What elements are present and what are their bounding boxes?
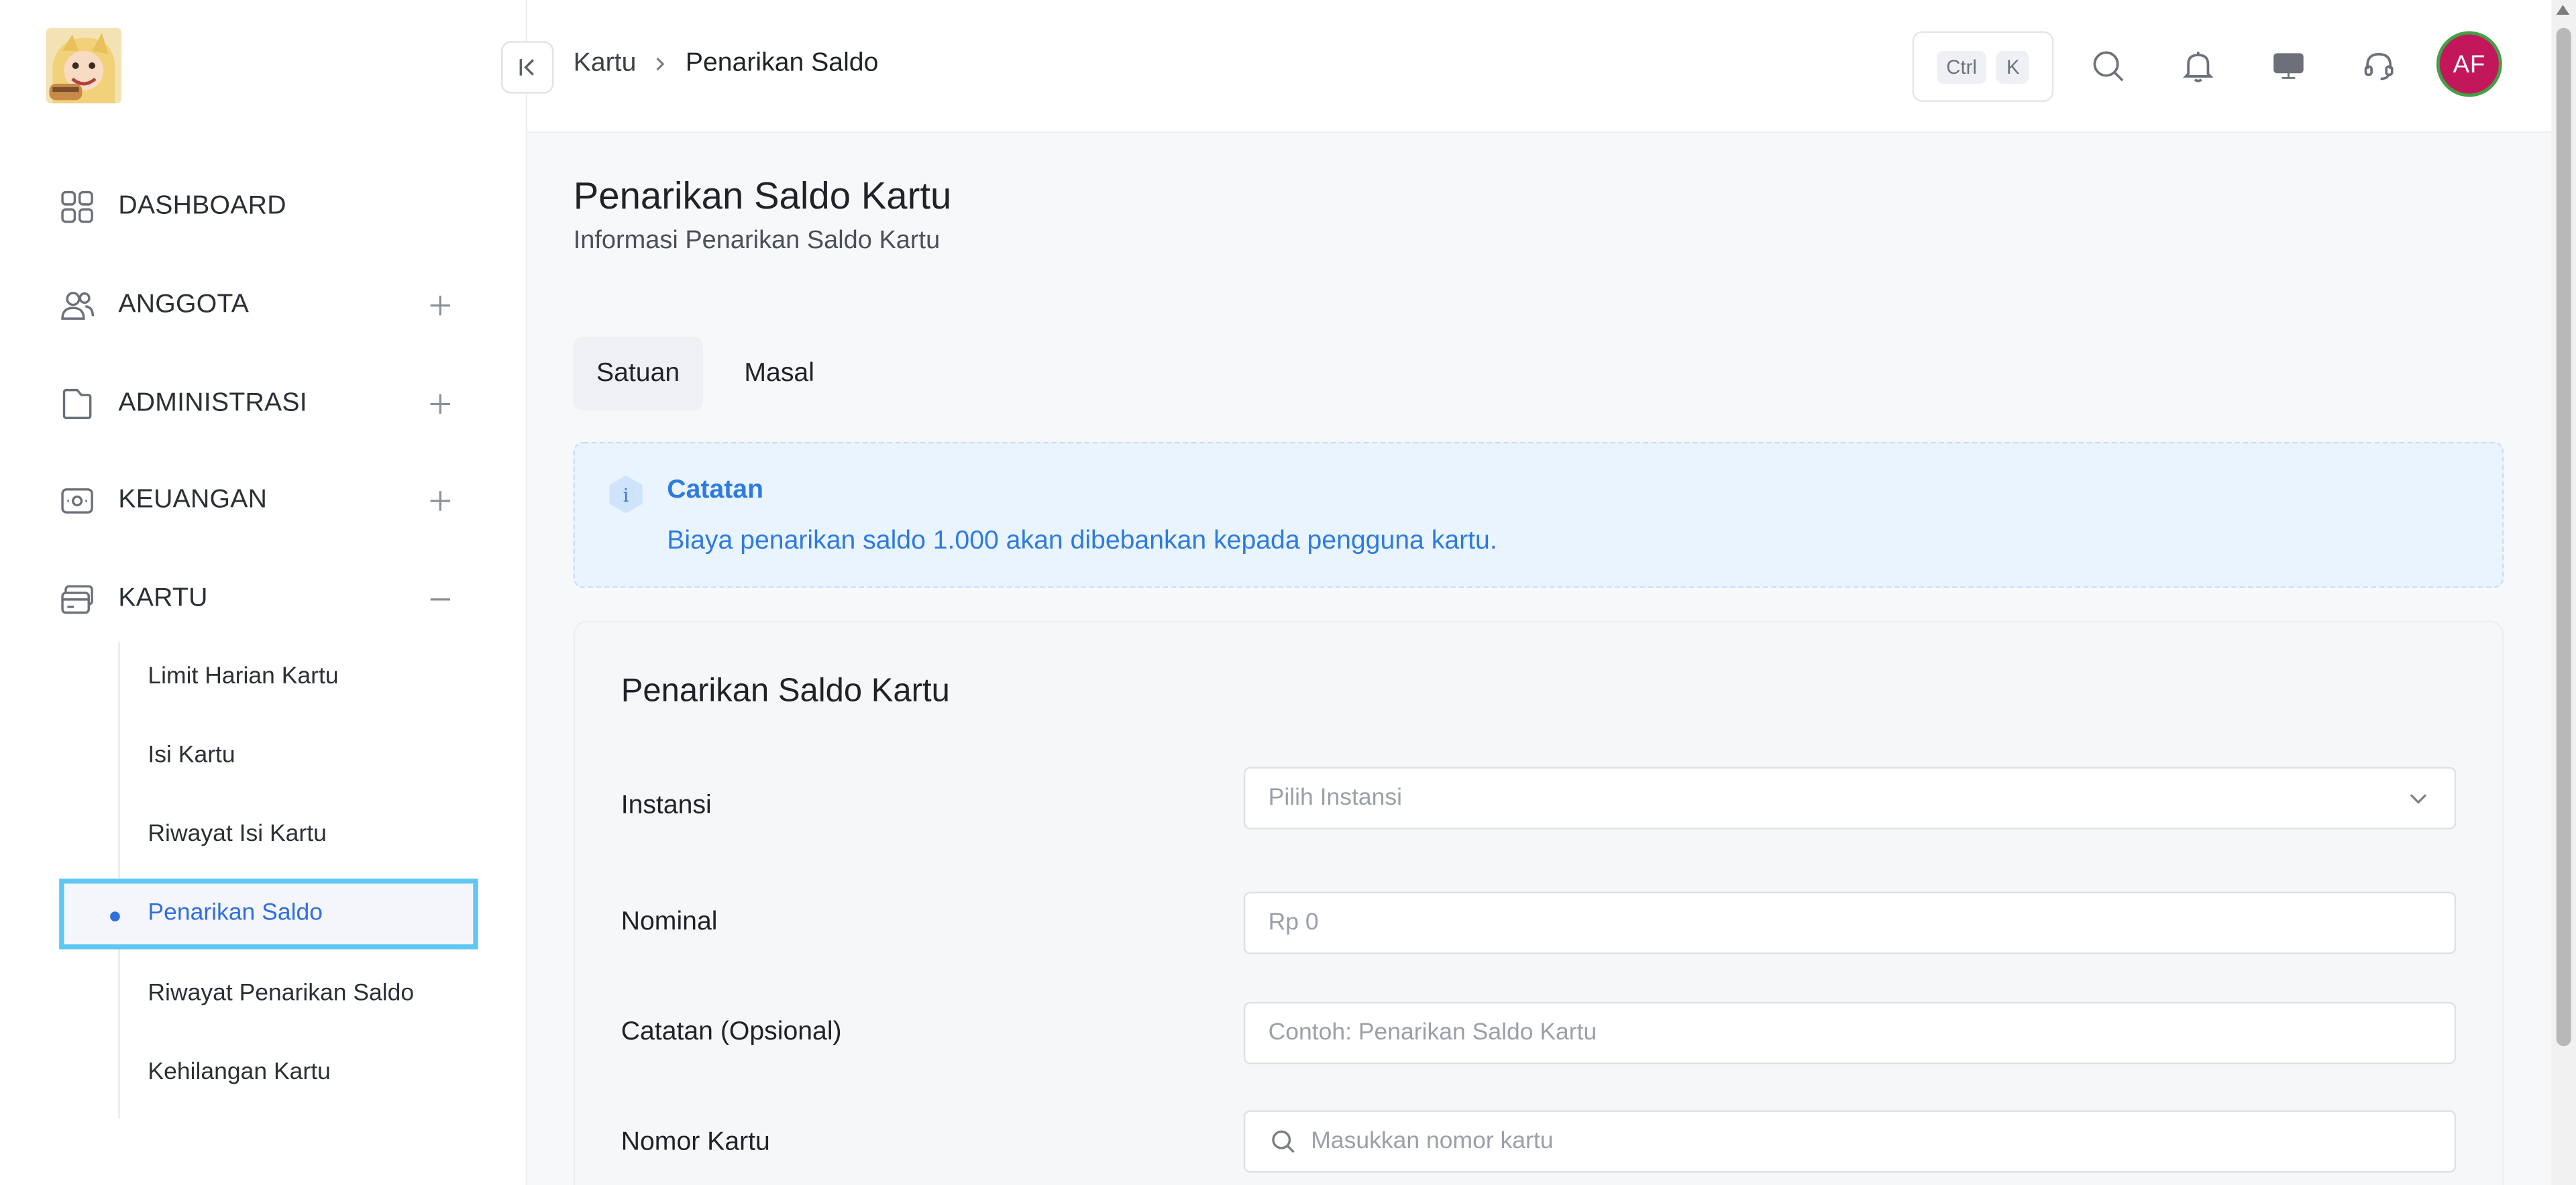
catatan-label: Catatan (Opsional) bbox=[621, 1018, 842, 1047]
search-icon[interactable] bbox=[2086, 44, 2129, 87]
cash-icon bbox=[59, 483, 95, 519]
headset-icon[interactable] bbox=[2357, 44, 2400, 87]
breadcrumb-item-kartu[interactable]: Kartu bbox=[574, 49, 637, 78]
search-icon bbox=[1269, 1127, 1298, 1156]
sidebar-item-label: DASHBOARD bbox=[118, 192, 286, 221]
card-icon bbox=[59, 581, 95, 618]
sidebar-item-anggota[interactable]: ANGGOTA bbox=[59, 282, 470, 329]
alert-text: Biaya penarikan saldo 1.000 akan dibeban… bbox=[667, 527, 1497, 555]
top-header: Kartu Penarikan Saldo Ctrl K AF bbox=[500, 0, 2553, 133]
sidebar-item-dashboard[interactable]: DASHBOARD bbox=[59, 184, 470, 230]
catatan-input[interactable]: Contoh: Penarikan Saldo Kartu bbox=[1243, 1001, 2457, 1064]
nomor-kartu-placeholder: Masukkan nomor kartu bbox=[1311, 1128, 1554, 1155]
chevron-right-icon bbox=[653, 56, 669, 72]
bell-icon[interactable] bbox=[2177, 44, 2220, 87]
minus-icon[interactable] bbox=[427, 586, 453, 612]
nomor-kartu-label: Nomor Kartu bbox=[621, 1128, 770, 1157]
app-window: DASHBOARD ANGGOTA ADMINISTRASI KEUANGAN … bbox=[0, 0, 2576, 1185]
nominal-placeholder: Rp 0 bbox=[1268, 909, 1319, 936]
active-dot bbox=[110, 911, 120, 921]
plus-icon[interactable] bbox=[427, 488, 453, 514]
sidebar-subitem-limit-harian-kartu[interactable]: Limit Harian Kartu bbox=[148, 663, 338, 689]
sidebar-item-label: KEUANGAN bbox=[118, 486, 268, 514]
alert-title: Catatan bbox=[667, 476, 764, 504]
withdrawal-form-card: Penarikan Saldo Kartu Instansi Pilih Ins… bbox=[573, 620, 2504, 1185]
sidebar-item-label: ADMINISTRASI bbox=[118, 389, 307, 418]
page-subtitle: Informasi Penarikan Saldo Kartu bbox=[573, 226, 941, 255]
sidebar-item-label: KARTU bbox=[118, 584, 208, 613]
chevron-down-icon bbox=[2405, 785, 2431, 811]
form-title: Penarikan Saldo Kartu bbox=[621, 673, 950, 710]
instansi-label: Instansi bbox=[621, 791, 712, 820]
folder-icon bbox=[59, 386, 95, 422]
sidebar-item-label: ANGGOTA bbox=[118, 290, 250, 319]
nominal-label: Nominal bbox=[621, 908, 718, 936]
collapse-left-icon bbox=[516, 56, 539, 78]
kbd-ctrl: Ctrl bbox=[1936, 50, 1987, 83]
catatan-placeholder: Contoh: Penarikan Saldo Kartu bbox=[1268, 1019, 1597, 1047]
tab-satuan[interactable]: Satuan bbox=[573, 337, 703, 411]
scroll-up-arrow-icon[interactable] bbox=[2556, 5, 2570, 15]
page-title: Penarikan Saldo Kartu bbox=[573, 174, 952, 217]
instansi-select[interactable]: Pilih Instansi bbox=[1243, 767, 2457, 830]
breadcrumb: Kartu Penarikan Saldo bbox=[574, 49, 879, 78]
info-icon: i bbox=[604, 473, 647, 516]
sidebar-item-kartu[interactable]: KARTU bbox=[59, 577, 470, 623]
sidebar-subitem-riwayat-isi-kartu[interactable]: Riwayat Isi Kartu bbox=[148, 822, 326, 848]
command-palette-shortcut[interactable]: Ctrl K bbox=[1912, 31, 2054, 102]
info-alert: i Catatan Biaya penarikan saldo 1.000 ak… bbox=[573, 441, 2504, 588]
instansi-placeholder: Pilih Instansi bbox=[1268, 785, 1402, 811]
sidebar-subitem-penarikan-saldo[interactable]: Penarikan Saldo bbox=[59, 879, 478, 950]
plus-icon[interactable] bbox=[427, 391, 453, 417]
kbd-k: K bbox=[1996, 50, 2030, 83]
nominal-input[interactable]: Rp 0 bbox=[1243, 891, 2457, 954]
avatar[interactable]: AF bbox=[2436, 31, 2502, 97]
page-scrollbar[interactable] bbox=[2551, 0, 2576, 1185]
sidebar-subitem-label: Penarikan Saldo bbox=[148, 900, 323, 927]
monitor-icon[interactable] bbox=[2267, 44, 2310, 87]
tab-masal[interactable]: Masal bbox=[721, 337, 837, 410]
sidebar: DASHBOARD ANGGOTA ADMINISTRASI KEUANGAN … bbox=[0, 0, 528, 1185]
sidebar-subitem-kehilangan-kartu[interactable]: Kehilangan Kartu bbox=[148, 1060, 330, 1086]
plus-icon[interactable] bbox=[427, 292, 453, 319]
nomor-kartu-search-input[interactable]: Masukkan nomor kartu bbox=[1243, 1110, 2457, 1173]
collapse-sidebar-button[interactable] bbox=[500, 41, 554, 94]
scroll-thumb[interactable] bbox=[2556, 27, 2571, 1047]
sidebar-item-keuangan[interactable]: KEUANGAN bbox=[59, 478, 470, 524]
users-icon bbox=[59, 288, 95, 324]
dashboard-grid-icon bbox=[59, 189, 95, 225]
sidebar-item-administrasi[interactable]: ADMINISTRASI bbox=[59, 381, 470, 427]
svg-text:i: i bbox=[623, 486, 629, 506]
sidebar-subitem-isi-kartu[interactable]: Isi Kartu bbox=[148, 742, 235, 769]
app-logo[interactable] bbox=[46, 27, 122, 104]
sidebar-subitem-riwayat-penarikan-saldo[interactable]: Riwayat Penarikan Saldo bbox=[148, 980, 414, 1007]
main-content: Penarikan Saldo Kartu Informasi Penarika… bbox=[527, 133, 2553, 1185]
breadcrumb-item-current: Penarikan Saldo bbox=[685, 49, 879, 78]
